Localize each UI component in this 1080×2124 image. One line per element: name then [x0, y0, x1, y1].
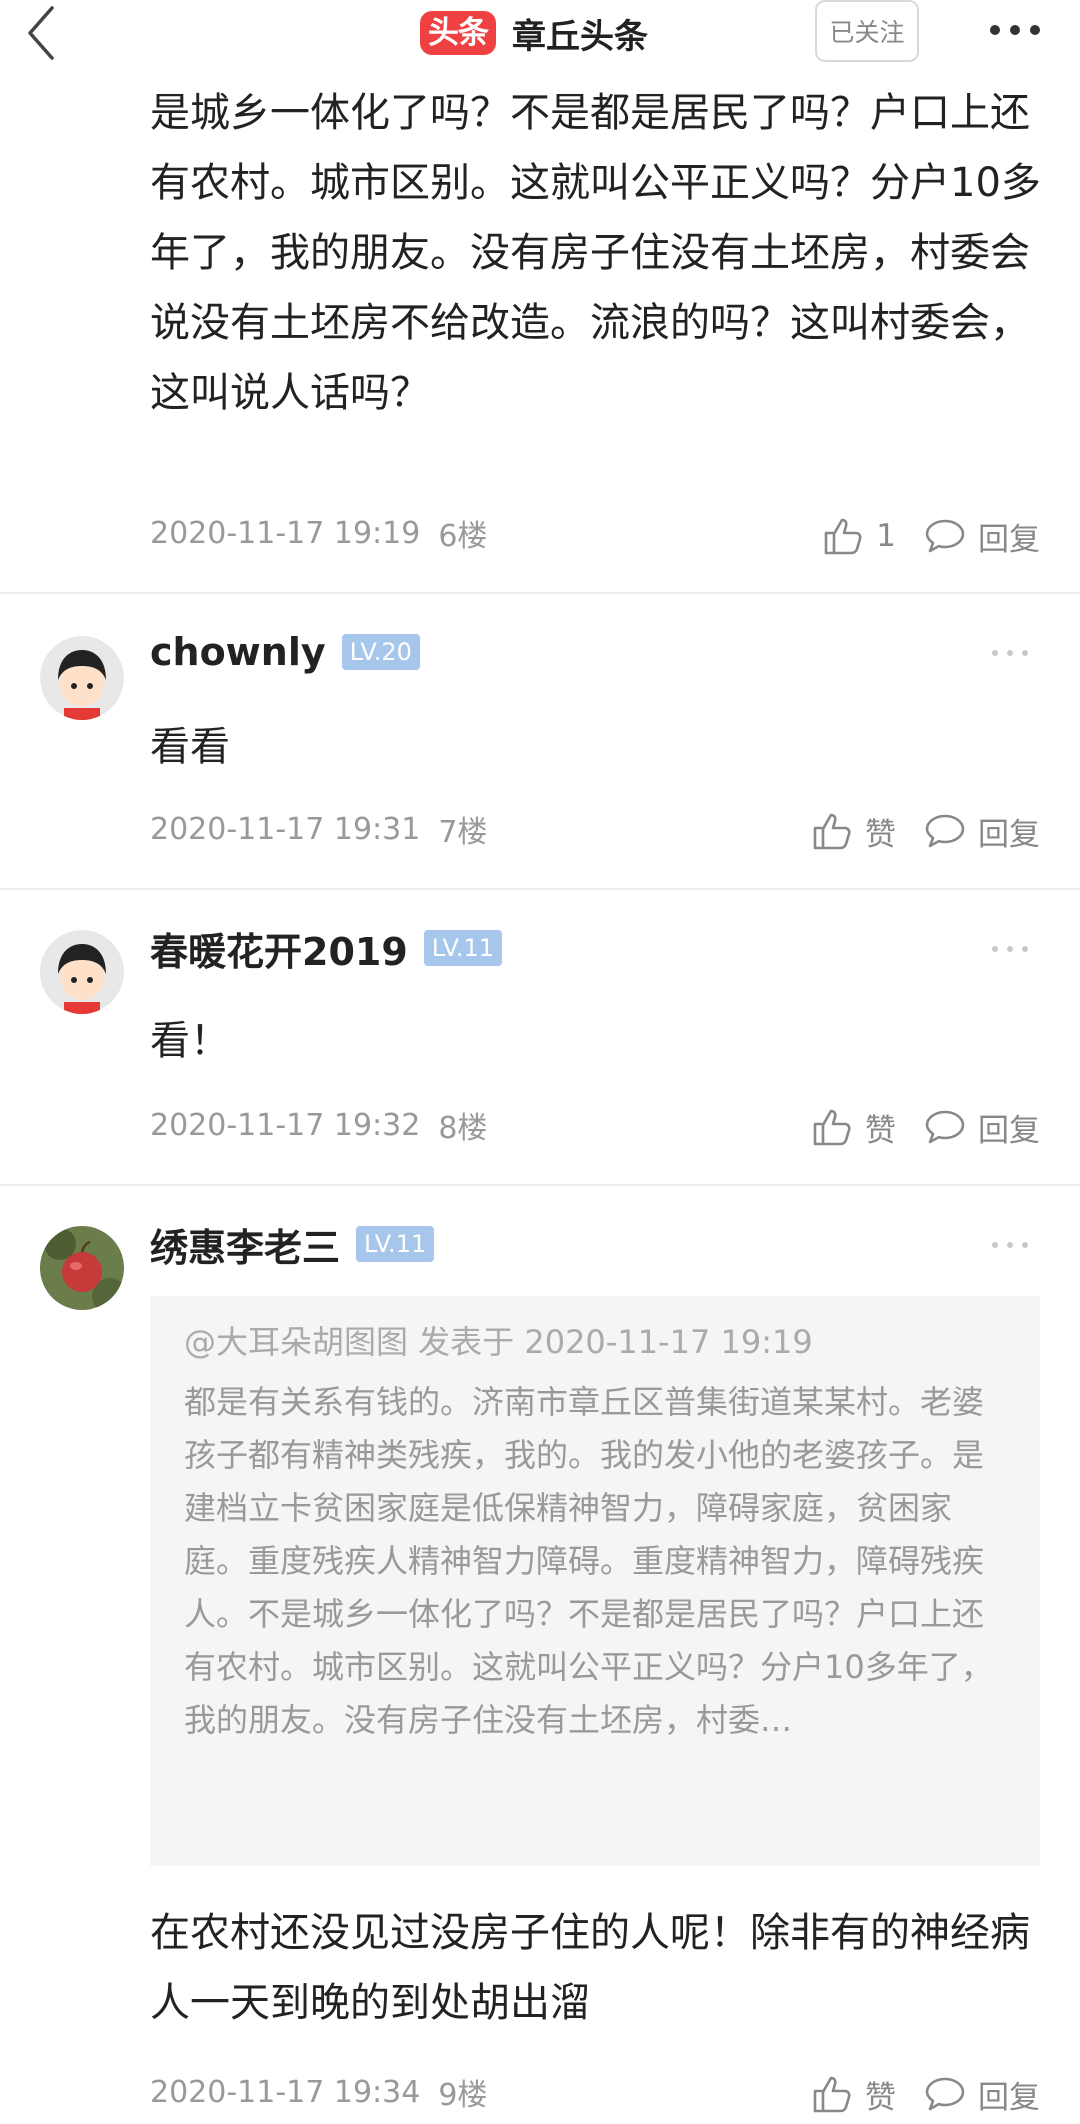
- like-button[interactable]: 1: [822, 515, 896, 557]
- reply-button[interactable]: 回复: [924, 809, 1040, 854]
- default-avatar-icon: [40, 930, 124, 1014]
- comment-more-icon[interactable]: [990, 942, 1030, 956]
- speech-bubble-icon: [925, 1110, 965, 1144]
- comment-item: 绣惠李老三 LV.11 @大耳朵胡图图 发表于 2020-11-17 19:19…: [0, 1186, 1080, 2116]
- thumbs-up-icon: [824, 518, 862, 555]
- like-count: 1: [876, 518, 896, 554]
- comment-text: 在农村还没见过没房子住的人呢！除非有的神经病人一天到晚的到处胡出溜: [150, 1910, 1030, 2026]
- top-bar: 头条 章丘头条 已关注: [0, 0, 1080, 70]
- default-avatar-icon: [40, 636, 124, 720]
- comment-actions: 赞 回复: [783, 1097, 1040, 1157]
- comment-item: 春暖花开2019 LV.11 看！ 2020-11-17 19:32 8楼 赞 …: [0, 890, 1080, 1184]
- speech-bubble-icon: [925, 2077, 965, 2111]
- comment-actions: 赞 回复: [783, 2064, 1040, 2124]
- back-button[interactable]: [18, 2, 68, 64]
- comment-time: 2020-11-17 19:19: [150, 515, 421, 551]
- source-brand[interactable]: 头条 章丘头条: [420, 6, 648, 60]
- speech-bubble-icon: [925, 519, 965, 553]
- comment-text: 看看: [150, 724, 230, 770]
- comment-item: chownly LV.20 看看 2020-11-17 19:31 7楼 赞 回…: [0, 594, 1080, 888]
- thumbs-up-icon: [813, 2076, 851, 2113]
- level-badge: LV.11: [423, 930, 502, 966]
- more-horizontal-icon: [990, 25, 1040, 35]
- thumbs-up-icon: [813, 1109, 851, 1146]
- username[interactable]: chownly LV.20: [150, 624, 420, 680]
- avatar[interactable]: [40, 930, 124, 1014]
- like-button[interactable]: 赞: [811, 1105, 896, 1150]
- source-name: 章丘头条: [512, 16, 648, 57]
- quote-text: 都是有关系有钱的。济南市章丘区普集街道某某村。老婆孩子都有精神类残疾，我的。我的…: [184, 1383, 993, 1739]
- like-label: 赞: [865, 816, 896, 853]
- username-text: 春暖花开2019: [150, 929, 408, 974]
- comment-text: 人精神智力障碍。重度精神智力，障碍残疾人。不是城乡一体化了吗？不是都是居民了吗？…: [150, 90, 1041, 416]
- reply-label: 回复: [978, 521, 1040, 558]
- username-text: 绣惠李老三: [150, 1225, 341, 1270]
- like-button[interactable]: 赞: [811, 809, 896, 854]
- reply-button[interactable]: 回复: [924, 514, 1040, 559]
- reply-label: 回复: [978, 816, 1040, 853]
- chevron-left-icon: [28, 6, 54, 60]
- comment-time: 2020-11-17 19:31: [150, 811, 421, 847]
- comment-floor: 6楼: [438, 519, 488, 554]
- comment-floor: 7楼: [438, 815, 488, 850]
- avatar[interactable]: [40, 1226, 124, 1310]
- comment-time: 2020-11-17 19:34: [150, 2074, 421, 2110]
- comment-actions: 1 回复: [794, 506, 1040, 566]
- follow-button[interactable]: 已关注: [815, 0, 919, 62]
- level-badge: LV.20: [341, 634, 420, 670]
- avatar[interactable]: [40, 636, 124, 720]
- comment-more-icon[interactable]: [990, 646, 1030, 660]
- comment-floor: 8楼: [438, 1111, 488, 1146]
- comment-text: 看！: [150, 1018, 230, 1064]
- username-text: chownly: [150, 630, 326, 674]
- thumbs-up-icon: [813, 813, 851, 850]
- more-menu-button[interactable]: [985, 10, 1045, 50]
- toutiao-logo: 头条: [420, 11, 496, 55]
- username[interactable]: 春暖花开2019 LV.11: [150, 920, 502, 976]
- comment-more-icon[interactable]: [990, 1238, 1030, 1252]
- speech-bubble-icon: [925, 814, 965, 848]
- comment-floor: 9楼: [438, 2078, 488, 2113]
- like-label: 赞: [865, 1112, 896, 1149]
- quoted-comment[interactable]: @大耳朵胡图图 发表于 2020-11-17 19:19 都是有关系有钱的。济南…: [150, 1296, 1040, 1866]
- reply-label: 回复: [978, 1112, 1040, 1149]
- comment-time: 2020-11-17 19:32: [150, 1107, 421, 1143]
- comment-actions: 赞 回复: [783, 801, 1040, 861]
- username[interactable]: 绣惠李老三 LV.11: [150, 1216, 435, 1272]
- apple-avatar-icon: [40, 1226, 124, 1310]
- level-badge: LV.11: [356, 1226, 435, 1262]
- reply-button[interactable]: 回复: [924, 1105, 1040, 1150]
- quote-header: @大耳朵胡图图 发表于 2020-11-17 19:19: [184, 1323, 813, 1361]
